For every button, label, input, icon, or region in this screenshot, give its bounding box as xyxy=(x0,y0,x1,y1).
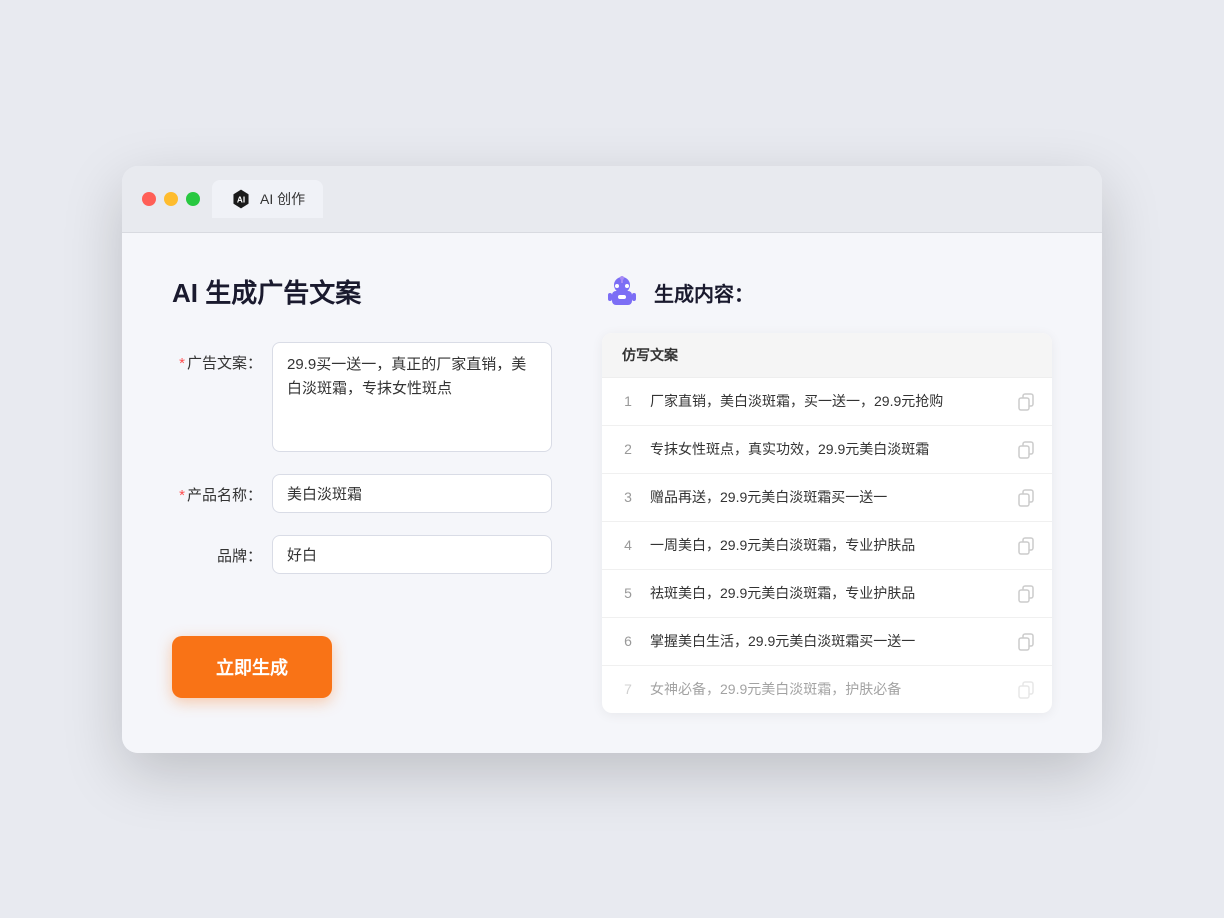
required-star-2: * xyxy=(179,487,185,504)
row-number: 7 xyxy=(618,681,638,697)
copy-icon[interactable] xyxy=(1016,679,1036,699)
row-text: 一周美白，29.9元美白淡斑霜，专业护肤品 xyxy=(650,535,1004,556)
right-panel: 生成内容： 仿写文案 1 厂家直销，美白淡斑霜，买一送一，29.9元抢购 2 xyxy=(602,273,1052,713)
row-number: 4 xyxy=(618,537,638,553)
result-row: 2 专抹女性斑点，真实功效，29.9元美白淡斑霜 xyxy=(602,426,1052,474)
row-text: 女神必备，29.9元美白淡斑霜，护肤必备 xyxy=(650,679,1004,700)
copy-icon[interactable] xyxy=(1016,583,1036,603)
row-number: 5 xyxy=(618,585,638,601)
result-row: 1 厂家直销，美白淡斑霜，买一送一，29.9元抢购 xyxy=(602,378,1052,426)
result-row: 3 赠品再送，29.9元美白淡斑霜买一送一 xyxy=(602,474,1052,522)
left-panel: AI 生成广告文案 *广告文案： 29.9买一送一，真正的厂家直销，美白淡斑霜，… xyxy=(172,273,552,713)
svg-text:AI: AI xyxy=(237,195,245,204)
page-title: AI 生成广告文案 xyxy=(172,273,552,310)
ad-copy-input[interactable]: 29.9买一送一，真正的厂家直销，美白淡斑霜，专抹女性斑点 xyxy=(272,342,552,452)
minimize-button[interactable] xyxy=(164,192,178,206)
required-star: * xyxy=(179,355,185,372)
form-row-product-name: *产品名称： xyxy=(172,474,552,513)
row-number: 2 xyxy=(618,441,638,457)
row-text: 厂家直销，美白淡斑霜，买一送一，29.9元抢购 xyxy=(650,391,1004,412)
product-name-input[interactable] xyxy=(272,474,552,513)
copy-icon[interactable] xyxy=(1016,439,1036,459)
result-table-header: 仿写文案 xyxy=(602,333,1052,378)
copy-icon[interactable] xyxy=(1016,535,1036,555)
brand-input[interactable] xyxy=(272,535,552,574)
row-number: 3 xyxy=(618,489,638,505)
result-header: 生成内容： xyxy=(602,273,1052,313)
result-title: 生成内容： xyxy=(654,278,754,307)
form-row-brand: 品牌： xyxy=(172,535,552,574)
generate-button[interactable]: 立即生成 xyxy=(172,636,332,698)
browser-content: AI 生成广告文案 *广告文案： 29.9买一送一，真正的厂家直销，美白淡斑霜，… xyxy=(122,233,1102,753)
copy-icon[interactable] xyxy=(1016,487,1036,507)
result-row: 4 一周美白，29.9元美白淡斑霜，专业护肤品 xyxy=(602,522,1052,570)
result-row-dimmed: 7 女神必备，29.9元美白淡斑霜，护肤必备 xyxy=(602,666,1052,713)
copy-icon[interactable] xyxy=(1016,631,1036,651)
maximize-button[interactable] xyxy=(186,192,200,206)
titlebar: AI AI 创作 xyxy=(122,166,1102,233)
result-table: 仿写文案 1 厂家直销，美白淡斑霜，买一送一，29.9元抢购 2 专抹女性斑点，… xyxy=(602,333,1052,713)
ai-hex-icon: AI xyxy=(230,188,252,210)
row-text: 祛斑美白，29.9元美白淡斑霜，专业护肤品 xyxy=(650,583,1004,604)
row-text: 赠品再送，29.9元美白淡斑霜买一送一 xyxy=(650,487,1004,508)
ai-tab[interactable]: AI AI 创作 xyxy=(212,180,323,218)
result-row: 6 掌握美白生活，29.9元美白淡斑霜买一送一 xyxy=(602,618,1052,666)
form-row-ad-copy: *广告文案： 29.9买一送一，真正的厂家直销，美白淡斑霜，专抹女性斑点 xyxy=(172,342,552,452)
row-text: 专抹女性斑点，真实功效，29.9元美白淡斑霜 xyxy=(650,439,1004,460)
traffic-lights xyxy=(142,192,200,206)
row-number: 6 xyxy=(618,633,638,649)
row-number: 1 xyxy=(618,393,638,409)
robot-icon xyxy=(602,273,642,313)
product-name-label: *产品名称： xyxy=(172,474,262,505)
row-text: 掌握美白生活，29.9元美白淡斑霜买一送一 xyxy=(650,631,1004,652)
close-button[interactable] xyxy=(142,192,156,206)
browser-window: AI AI 创作 AI 生成广告文案 *广告文案： 29.9买一送一，真正的厂家… xyxy=(122,166,1102,753)
result-row: 5 祛斑美白，29.9元美白淡斑霜，专业护肤品 xyxy=(602,570,1052,618)
copy-icon[interactable] xyxy=(1016,391,1036,411)
main-layout: AI 生成广告文案 *广告文案： 29.9买一送一，真正的厂家直销，美白淡斑霜，… xyxy=(172,273,1052,713)
brand-label: 品牌： xyxy=(172,535,262,566)
ad-copy-label: *广告文案： xyxy=(172,342,262,373)
tab-label: AI 创作 xyxy=(260,189,305,209)
